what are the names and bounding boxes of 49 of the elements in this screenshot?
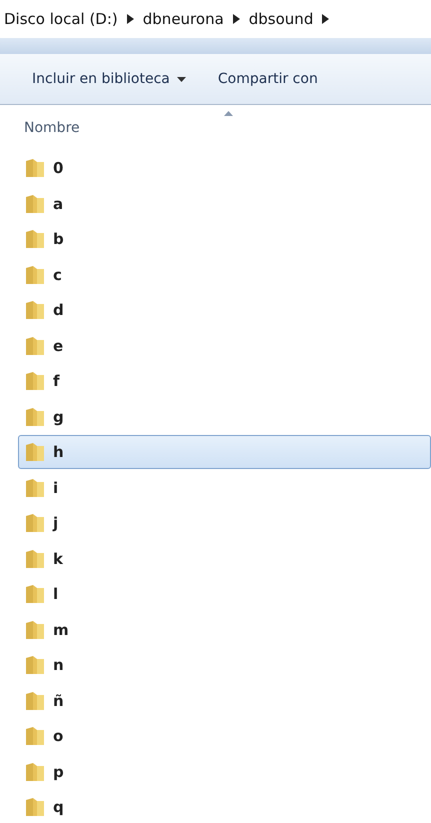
folder-item[interactable]: o (18, 719, 431, 753)
folder-item[interactable]: d (18, 293, 431, 327)
folder-icon (25, 229, 45, 249)
folder-item[interactable]: i (18, 470, 431, 504)
folder-item[interactable]: 0 (18, 151, 431, 185)
folder-item[interactable]: p (18, 754, 431, 788)
folder-icon (25, 726, 45, 746)
folder-item[interactable]: n (18, 648, 431, 682)
breadcrumb-item[interactable]: Disco local (D:) (4, 10, 118, 28)
folder-item[interactable]: c (18, 258, 431, 292)
folder-icon (25, 513, 45, 533)
chevron-icon[interactable] (126, 14, 134, 24)
folder-item[interactable]: h (18, 435, 431, 469)
folder-item[interactable]: j (18, 506, 431, 540)
folder-icon (25, 406, 45, 426)
toolbar-button[interactable]: Incluir en biblioteca (26, 67, 192, 91)
column-header[interactable]: Nombre (24, 120, 80, 136)
folder-icon (25, 371, 45, 391)
breadcrumb-item[interactable]: dbneurona (142, 10, 224, 28)
folder-icon (25, 158, 45, 178)
folder-icon (25, 762, 45, 782)
folder-icon (25, 442, 45, 462)
folder-icon (25, 620, 45, 640)
folder-icon (25, 300, 45, 320)
toolbar-button[interactable]: Compartir con (212, 67, 324, 91)
folder-item[interactable]: m (18, 612, 431, 646)
folder-item[interactable]: e (18, 328, 431, 362)
breadcrumb-item[interactable]: dbsound (248, 10, 314, 28)
chevron-icon[interactable] (232, 14, 240, 24)
folder-item[interactable]: g (18, 400, 431, 434)
chevron-icon[interactable] (322, 14, 330, 24)
folder-item[interactable]: q (18, 790, 431, 823)
folder-icon (25, 478, 45, 498)
folder-icon (25, 548, 45, 568)
folder-item[interactable]: ñ (18, 684, 431, 718)
folder-item[interactable]: a (18, 186, 431, 220)
folder-icon (25, 336, 45, 356)
folder-icon (25, 264, 45, 284)
folder-item[interactable]: l (18, 577, 431, 611)
folder-item[interactable]: k (18, 542, 431, 576)
sort-arrow-icon (224, 111, 233, 116)
folder-icon (25, 194, 45, 214)
folder-item[interactable]: f (18, 364, 431, 398)
folder-icon (25, 584, 45, 604)
folder-icon (25, 690, 45, 710)
folder-icon (25, 655, 45, 675)
folder-icon (25, 797, 45, 817)
caret-icon (176, 76, 186, 82)
folder-item[interactable]: b (18, 222, 431, 256)
